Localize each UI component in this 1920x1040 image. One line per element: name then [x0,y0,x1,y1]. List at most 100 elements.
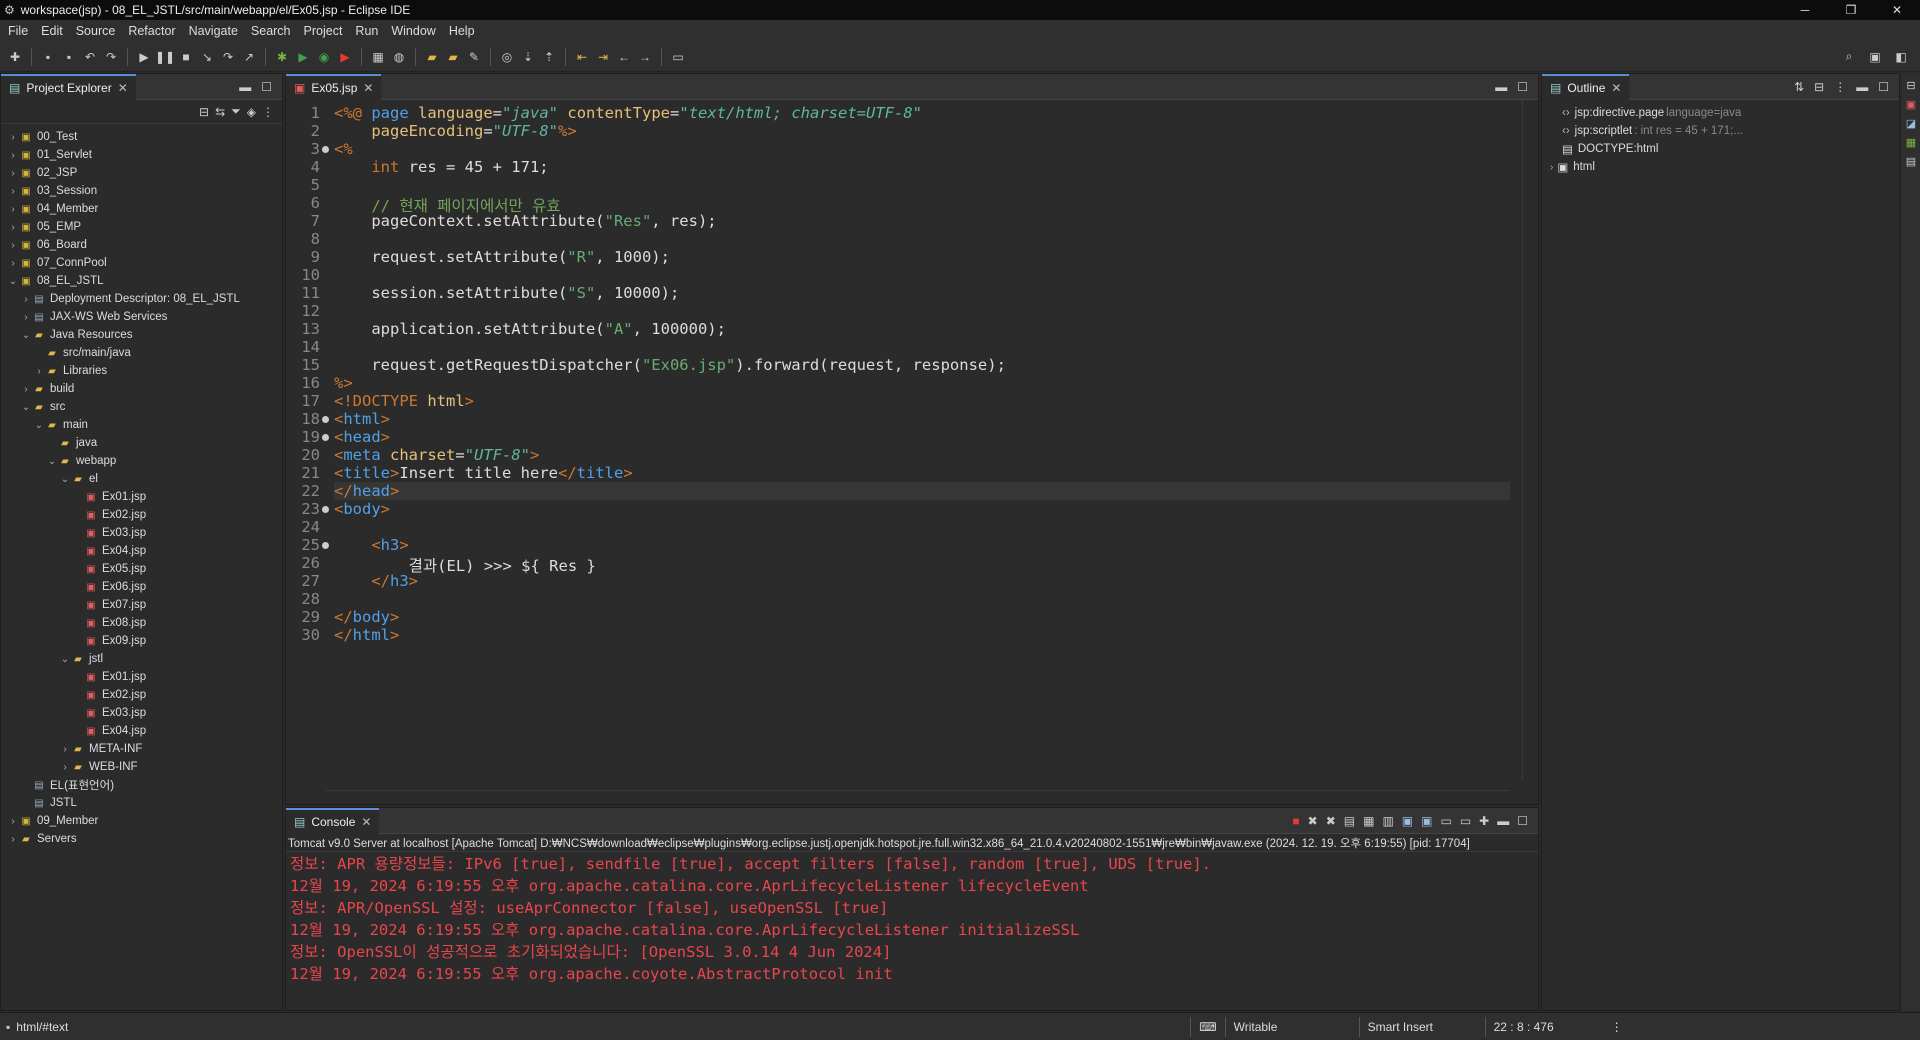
remove-all-icon[interactable]: ✖ [1326,814,1336,828]
view-menu-icon[interactable]: ⋮ [262,105,274,119]
tree-item[interactable]: › ▣ 05_EMP [1,218,282,236]
terminate-icon[interactable]: ■ [177,48,195,66]
java-ee-perspective-icon[interactable]: ◧ [1892,48,1910,66]
terminate-icon[interactable]: ■ [1292,814,1299,828]
chevron-down-icon[interactable]: ⌄ [20,330,32,341]
editor-horizontal-scrollbar[interactable] [326,790,1510,804]
tree-item[interactable]: › ▰ build [1,380,282,398]
chevron-right-icon[interactable]: › [7,150,19,161]
chevron-down-icon[interactable]: ⌄ [59,474,71,485]
tree-item[interactable]: ⌄ ▰ jstl [1,650,282,668]
markers-icon[interactable]: ▣ [1906,98,1916,111]
new-icon[interactable]: ✚ [6,48,24,66]
tree-item[interactable]: ▣ Ex05.jsp [1,560,282,578]
minimize-view-icon[interactable]: ▬ [1856,80,1868,94]
external-tools-icon[interactable]: ▶ [336,48,354,66]
save-all-icon[interactable]: ▪ [60,48,78,66]
show-stderr-icon[interactable]: ▣ [1421,814,1432,828]
collapse-all-icon[interactable]: ⊟ [1814,80,1824,94]
maximize-view-icon[interactable]: ☐ [261,80,272,94]
tree-item[interactable]: ▣ Ex04.jsp [1,722,282,740]
tree-item[interactable]: › ▤ Deployment Descriptor: 08_EL_JSTL [1,290,282,308]
tree-item[interactable]: ▣ Ex01.jsp [1,668,282,686]
chevron-right-icon[interactable]: › [7,240,19,251]
open-console-icon[interactable]: ✚ [1479,814,1489,828]
tree-item[interactable]: ⌄ ▰ main [1,416,282,434]
maximize-view-icon[interactable]: ☐ [1878,80,1889,94]
chevron-right-icon[interactable]: › [33,366,45,377]
chevron-right-icon[interactable]: › [7,258,19,269]
tree-item[interactable]: › ▰ Servers [1,830,282,848]
tab-console[interactable]: ▤ Console ✕ [286,807,380,834]
status-insert-mode[interactable]: Smart Insert [1358,1016,1485,1037]
minimize-view-icon[interactable]: ▬ [1495,80,1507,94]
menu-navigate[interactable]: Navigate [187,24,249,38]
tree-item[interactable]: ⌄ ▰ el [1,470,282,488]
tree-item[interactable]: ▣ Ex02.jsp [1,506,282,524]
tree-item[interactable]: ▣ Ex03.jsp [1,524,282,542]
tree-item[interactable]: › ▣ 01_Servlet [1,146,282,164]
code-area[interactable]: 1 <%@ page language="java" contentType="t… [286,100,1510,780]
nav-back-icon[interactable]: ← [615,48,633,66]
menu-file[interactable]: File [6,24,39,38]
chevron-down-icon[interactable]: ⌄ [33,420,45,431]
word-wrap-icon[interactable]: ▥ [1382,814,1393,828]
chevron-right-icon[interactable]: › [20,384,32,395]
step-into-icon[interactable]: ↘ [198,48,216,66]
chevron-right-icon[interactable]: › [7,168,19,179]
tree-item[interactable]: ▰ java [1,434,282,452]
chevron-right-icon[interactable]: › [7,816,19,827]
coverage-icon[interactable]: ◉ [315,48,333,66]
tab-project-explorer[interactable]: ▤ Project Explorer ✕ [1,73,136,100]
annotation-prev-icon[interactable]: ⇡ [540,48,558,66]
tab-outline[interactable]: ▤ Outline ✕ [1542,73,1630,100]
tree-item[interactable]: ▣ Ex02.jsp [1,686,282,704]
outline-item[interactable]: › ▣ html [1542,158,1899,176]
menu-help[interactable]: Help [447,24,486,38]
tree-item[interactable]: ▣ Ex01.jsp [1,488,282,506]
link-with-editor-icon[interactable]: ⇆ [215,105,225,119]
minimize-view-icon[interactable]: ▬ [239,80,251,94]
tree-item[interactable]: ▤ EL(표현언어) [1,776,282,794]
fold-marker-icon[interactable] [322,146,329,153]
tree-item[interactable]: › ▰ META-INF [1,740,282,758]
tree-item[interactable]: ▤ JSTL [1,794,282,812]
scroll-lock-icon[interactable]: ▦ [1363,814,1374,828]
chevron-right-icon[interactable]: › [7,132,19,143]
close-icon[interactable]: ✕ [361,815,371,829]
tree-item[interactable]: ▣ Ex07.jsp [1,596,282,614]
tree-item[interactable]: › ▤ JAX-WS Web Services [1,308,282,326]
new-server-icon[interactable]: ▦ [369,48,387,66]
save-icon[interactable]: ▪ [39,48,57,66]
tree-item[interactable]: › ▣ 09_Member [1,812,282,830]
menu-window[interactable]: Window [389,24,446,38]
step-return-icon[interactable]: ↗ [240,48,258,66]
data-source-icon[interactable]: ▤ [1906,155,1916,168]
tree-item[interactable]: › ▣ 07_ConnPool [1,254,282,272]
clear-console-icon[interactable]: ▤ [1344,814,1355,828]
run-icon[interactable]: ▶ [294,48,312,66]
chevron-right-icon[interactable]: › [20,294,32,305]
globe-icon[interactable]: ◎ [498,48,516,66]
properties-icon[interactable]: ◪ [1906,117,1916,130]
tree-item[interactable]: › ▣ 02_JSP [1,164,282,182]
chevron-down-icon[interactable]: ⌄ [7,276,19,287]
chevron-right-icon[interactable]: › [7,222,19,233]
filter-icon[interactable]: ⏷ [231,104,241,119]
chevron-right-icon[interactable]: › [20,312,32,323]
tree-item[interactable]: › ▰ Libraries [1,362,282,380]
tree-item[interactable]: ⌄ ▰ webapp [1,452,282,470]
tree-item[interactable]: ▣ Ex06.jsp [1,578,282,596]
menu-edit[interactable]: Edit [39,24,74,38]
maximize-view-icon[interactable]: ☐ [1517,814,1528,828]
more-icon[interactable]: ⋮ [1605,1020,1623,1034]
menu-source[interactable]: Source [74,24,127,38]
tree-item[interactable]: ⌄ ▰ src [1,398,282,416]
debug-icon[interactable]: ✱ [273,48,291,66]
show-stdout-icon[interactable]: ▣ [1402,814,1413,828]
focus-icon[interactable]: ◈ [247,105,256,119]
chevron-right-icon[interactable]: › [7,186,19,197]
annotation-next-icon[interactable]: ⇣ [519,48,537,66]
menu-project[interactable]: Project [302,24,354,38]
chevron-down-icon[interactable]: ⌄ [20,402,32,413]
